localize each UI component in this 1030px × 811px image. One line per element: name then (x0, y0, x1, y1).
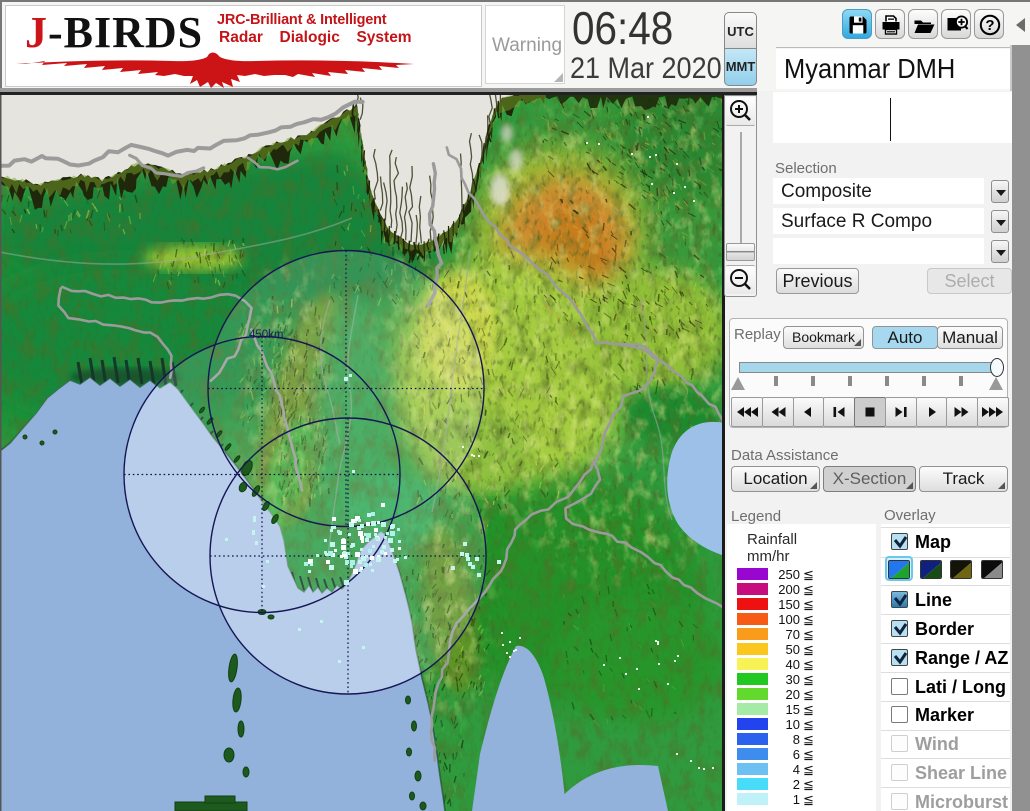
svg-text:450km: 450km (249, 329, 284, 341)
svg-text:?: ? (985, 17, 994, 34)
